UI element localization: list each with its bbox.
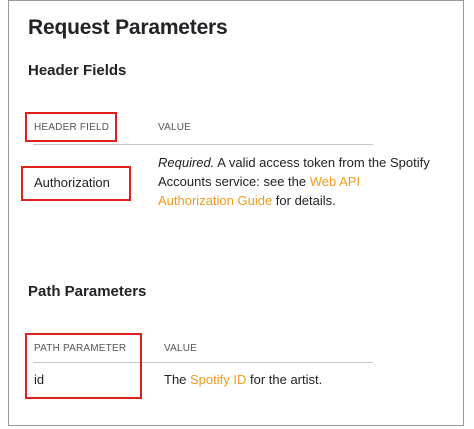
path-parameter-highlight-box: [25, 333, 142, 399]
header-field-highlight-box: [25, 112, 117, 142]
header-table-divider: [33, 144, 373, 145]
path-desc-text: The: [164, 372, 191, 387]
path-value-column-header: VALUE: [164, 343, 198, 354]
path-desc-text-end: for the artist.: [246, 372, 323, 387]
spotify-id-link[interactable]: Spotify ID: [190, 372, 246, 387]
path-parameter-description: The Spotify ID for the artist.: [164, 370, 434, 389]
header-value-column-header: VALUE: [158, 122, 192, 133]
header-desc-text-end: for details.: [272, 193, 336, 208]
authorization-highlight-box: [21, 166, 131, 201]
required-label: Required.: [158, 155, 215, 170]
header-fields-heading: Header Fields: [28, 62, 127, 79]
header-field-description: Required. A valid access token from the …: [158, 153, 433, 210]
page-title: Request Parameters: [28, 16, 228, 39]
path-parameters-heading: Path Parameters: [28, 283, 147, 300]
